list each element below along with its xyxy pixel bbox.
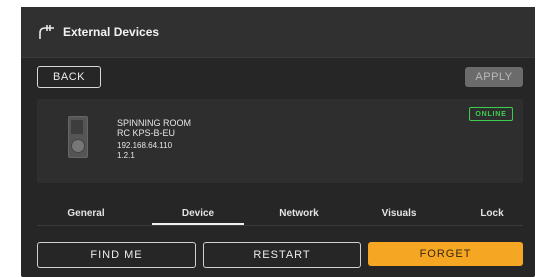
tab-general[interactable]: General	[51, 203, 121, 223]
device-plug-icon	[39, 25, 54, 39]
page-title: External Devices	[63, 25, 160, 39]
tab-lock[interactable]: Lock	[457, 203, 527, 223]
find-me-button[interactable]: FIND ME	[37, 242, 196, 268]
tab-label: General	[67, 207, 105, 219]
tab-network[interactable]: Network	[264, 203, 334, 223]
tabs-divider	[37, 225, 523, 226]
tab-label: Lock	[480, 207, 504, 219]
tab-device[interactable]: Device	[152, 203, 244, 225]
device-version: 1.2.1	[117, 151, 135, 160]
restart-button[interactable]: RESTART	[203, 242, 361, 268]
external-devices-panel: External Devices BACK APPLY SPINNING ROO…	[21, 7, 535, 277]
device-ip: 192.168.64.110	[117, 141, 173, 150]
status-badge: ONLINE	[469, 107, 513, 121]
device-name: SPINNING ROOM	[117, 118, 192, 128]
apply-button[interactable]: APPLY	[465, 67, 523, 87]
forget-button[interactable]: FORGET	[368, 242, 523, 266]
tab-visuals[interactable]: Visuals	[364, 203, 434, 223]
tab-label: Network	[279, 207, 319, 219]
back-button[interactable]: BACK	[37, 66, 101, 88]
tab-bar: General Device Network Visuals Lock	[37, 203, 523, 225]
device-image	[68, 116, 88, 158]
panel-header: External Devices	[21, 7, 535, 58]
device-model: RC KPS-B-EU	[117, 128, 176, 138]
tab-label: Device	[181, 207, 215, 219]
tab-label: Visuals	[381, 207, 417, 219]
device-card: SPINNING ROOM RC KPS-B-EU 192.168.64.110…	[37, 99, 523, 183]
device-info: SPINNING ROOM RC KPS-B-EU 192.168.64.110…	[117, 118, 191, 161]
